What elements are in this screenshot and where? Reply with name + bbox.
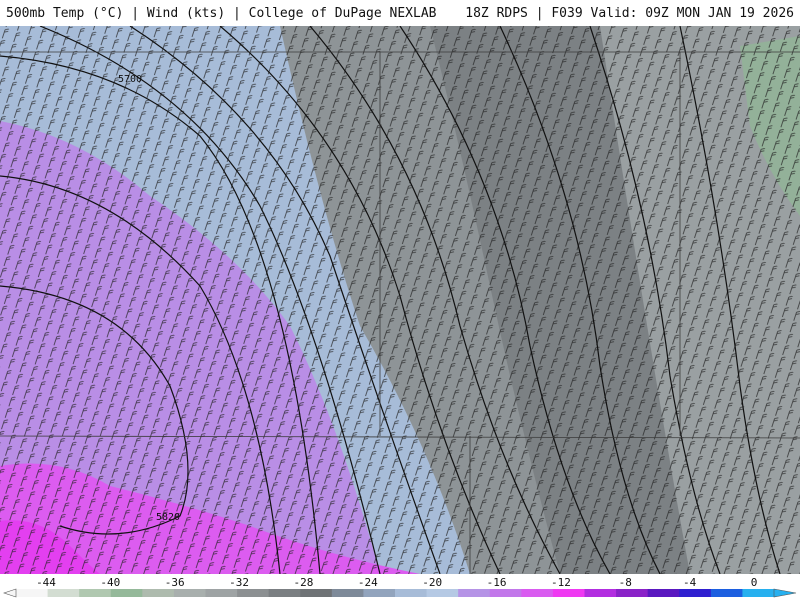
colorbar-segment: [300, 589, 333, 597]
colorbar-min-arrow: [3, 588, 17, 598]
colorbar-segment: [616, 589, 649, 597]
colorbar-segment: [489, 589, 522, 597]
colorbar-segment: [584, 589, 617, 597]
colorbar-max-arrow: [773, 588, 797, 598]
colorbar-segment: [647, 589, 680, 597]
colorbar-segment: [79, 589, 112, 597]
contour-label-5820: 5820: [156, 512, 180, 523]
colorbar-segment: [679, 589, 712, 597]
colorbar-segment: [552, 589, 585, 597]
colorbar-segment: [458, 589, 491, 597]
colorbar-segment: [16, 589, 49, 597]
colorbar-segment: [742, 589, 775, 597]
colorbar-segment: [710, 589, 743, 597]
map-canvas: 5700 5820: [0, 26, 800, 574]
colorbar-segment: [268, 589, 301, 597]
model-valid-time: 18Z RDPS | F039 Valid: 09Z MON JAN 19 20…: [465, 6, 794, 21]
colorbar-segment: [521, 589, 554, 597]
colorbar-segment: [173, 589, 206, 597]
colorbar-segment: [142, 589, 175, 597]
colorbar-segment: [237, 589, 270, 597]
colorbar-tick-labels: -44 -40 -36 -32 -28 -24 -20 -16 -12 -8 -4 0: [0, 574, 800, 589]
colorbar-segment: [331, 589, 364, 597]
colorbar-segment: [110, 589, 143, 597]
colorbar-segment: [395, 589, 428, 597]
colorbar-segment: [205, 589, 238, 597]
colorbar-segment: [426, 589, 459, 597]
colorbar-scale: [3, 588, 797, 598]
weather-map[interactable]: 5700 5820: [0, 26, 800, 574]
product-title: 500mb Temp (°C) | Wind (kts) | College o…: [6, 6, 437, 21]
colorbar: -44 -40 -36 -32 -28 -24 -20 -16 -12 -8 -4 0: [0, 574, 800, 600]
contour-label-5700: 5700: [118, 74, 142, 85]
colorbar-segment: [363, 589, 396, 597]
header-bar: 500mb Temp (°C) | Wind (kts) | College o…: [0, 0, 800, 26]
colorbar-segment: [47, 589, 80, 597]
